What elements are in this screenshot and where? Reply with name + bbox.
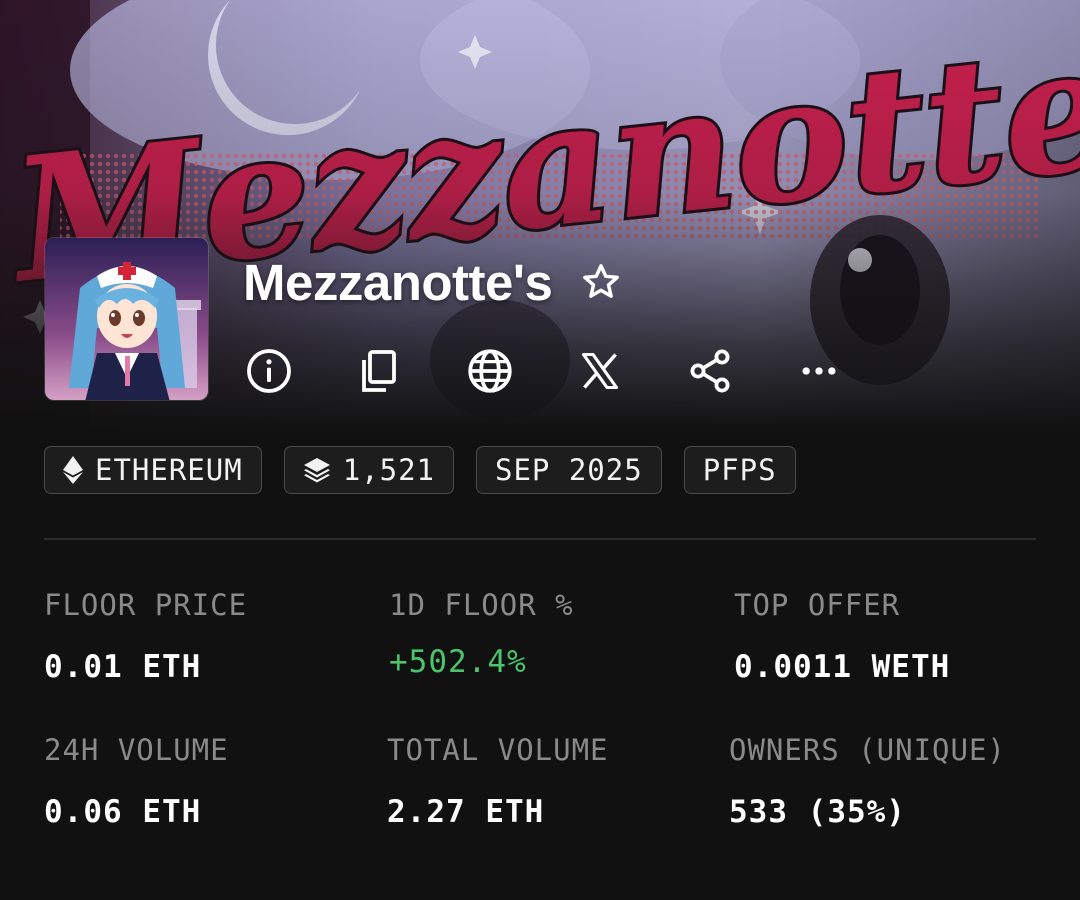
items-chip[interactable]: 1,521: [283, 446, 454, 494]
stat-top-offer: TOP OFFER 0.0011 WETH: [734, 588, 1064, 685]
share-icon[interactable]: [684, 345, 736, 397]
stat-value: 533 (35%): [729, 794, 906, 830]
collection-avatar: [44, 237, 209, 401]
stat-1d-floor-change: 1D FLOOR % +502.4%: [389, 588, 719, 680]
date-chip[interactable]: SEP 2025: [476, 446, 662, 494]
stat-value: 0.06 ETH: [44, 794, 202, 830]
stat-label: 1D FLOOR %: [389, 588, 574, 622]
collection-name: Mezzanotte's: [243, 253, 553, 311]
more-icon[interactable]: [793, 345, 845, 397]
created-date: SEP 2025: [495, 453, 643, 487]
stat-value: 0.0011 WETH: [734, 649, 951, 685]
copy-icon[interactable]: [352, 345, 404, 397]
stat-owners: OWNERS (UNIQUE) 533 (35%): [729, 733, 1059, 830]
stat-value: 2.27 ETH: [387, 794, 545, 830]
section-divider: [44, 538, 1036, 540]
chain-chip[interactable]: ETHEREUM: [44, 446, 262, 494]
globe-icon[interactable]: [464, 345, 516, 397]
layers-icon: [303, 457, 331, 483]
chain-label: ETHEREUM: [95, 453, 243, 487]
x-logo-icon[interactable]: [574, 345, 626, 397]
stat-value: 0.01 ETH: [44, 649, 202, 685]
stat-label: 24H VOLUME: [44, 733, 229, 767]
favorite-star-icon[interactable]: [578, 259, 624, 305]
stat-24h-volume: 24H VOLUME 0.06 ETH: [44, 733, 374, 830]
stat-label: OWNERS (UNIQUE): [729, 733, 1006, 767]
ethereum-icon: [63, 456, 83, 484]
stat-floor-price: FLOOR PRICE 0.01 ETH: [44, 588, 374, 685]
collection-title-row: Mezzanotte's: [243, 252, 624, 312]
items-count: 1,521: [342, 453, 435, 487]
collection-tags: ETHEREUM 1,521 SEP 2025 PFPS: [44, 446, 796, 494]
info-icon[interactable]: [243, 345, 295, 397]
stat-value: +502.4%: [389, 644, 527, 680]
stat-total-volume: TOTAL VOLUME 2.27 ETH: [387, 733, 717, 830]
stat-label: TOTAL VOLUME: [387, 733, 609, 767]
stat-label: TOP OFFER: [734, 588, 901, 622]
category-chip[interactable]: PFPS: [683, 446, 796, 494]
category-label: PFPS: [702, 453, 777, 487]
stat-label: FLOOR PRICE: [44, 588, 248, 622]
